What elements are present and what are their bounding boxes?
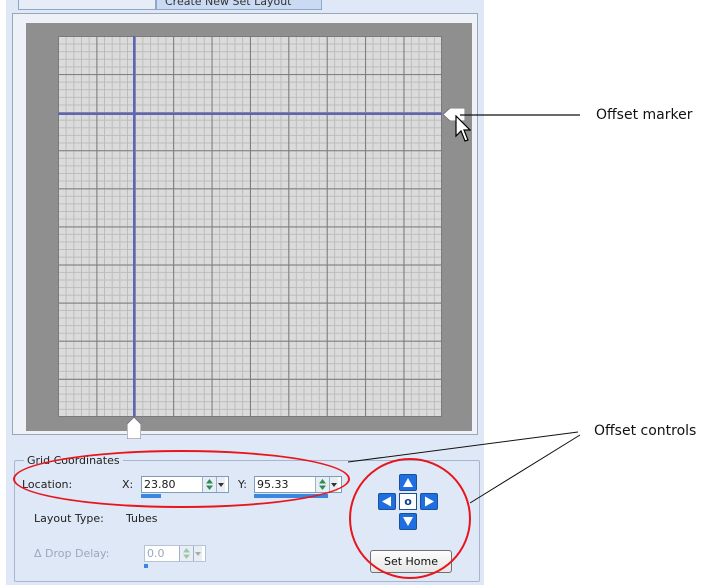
- callout-lines: [347, 114, 581, 504]
- offset-marker-callout: Offset marker: [596, 107, 693, 123]
- offset-controls-callout: Offset controls: [594, 423, 697, 439]
- offset-controls-leader-line-2: [469, 434, 581, 504]
